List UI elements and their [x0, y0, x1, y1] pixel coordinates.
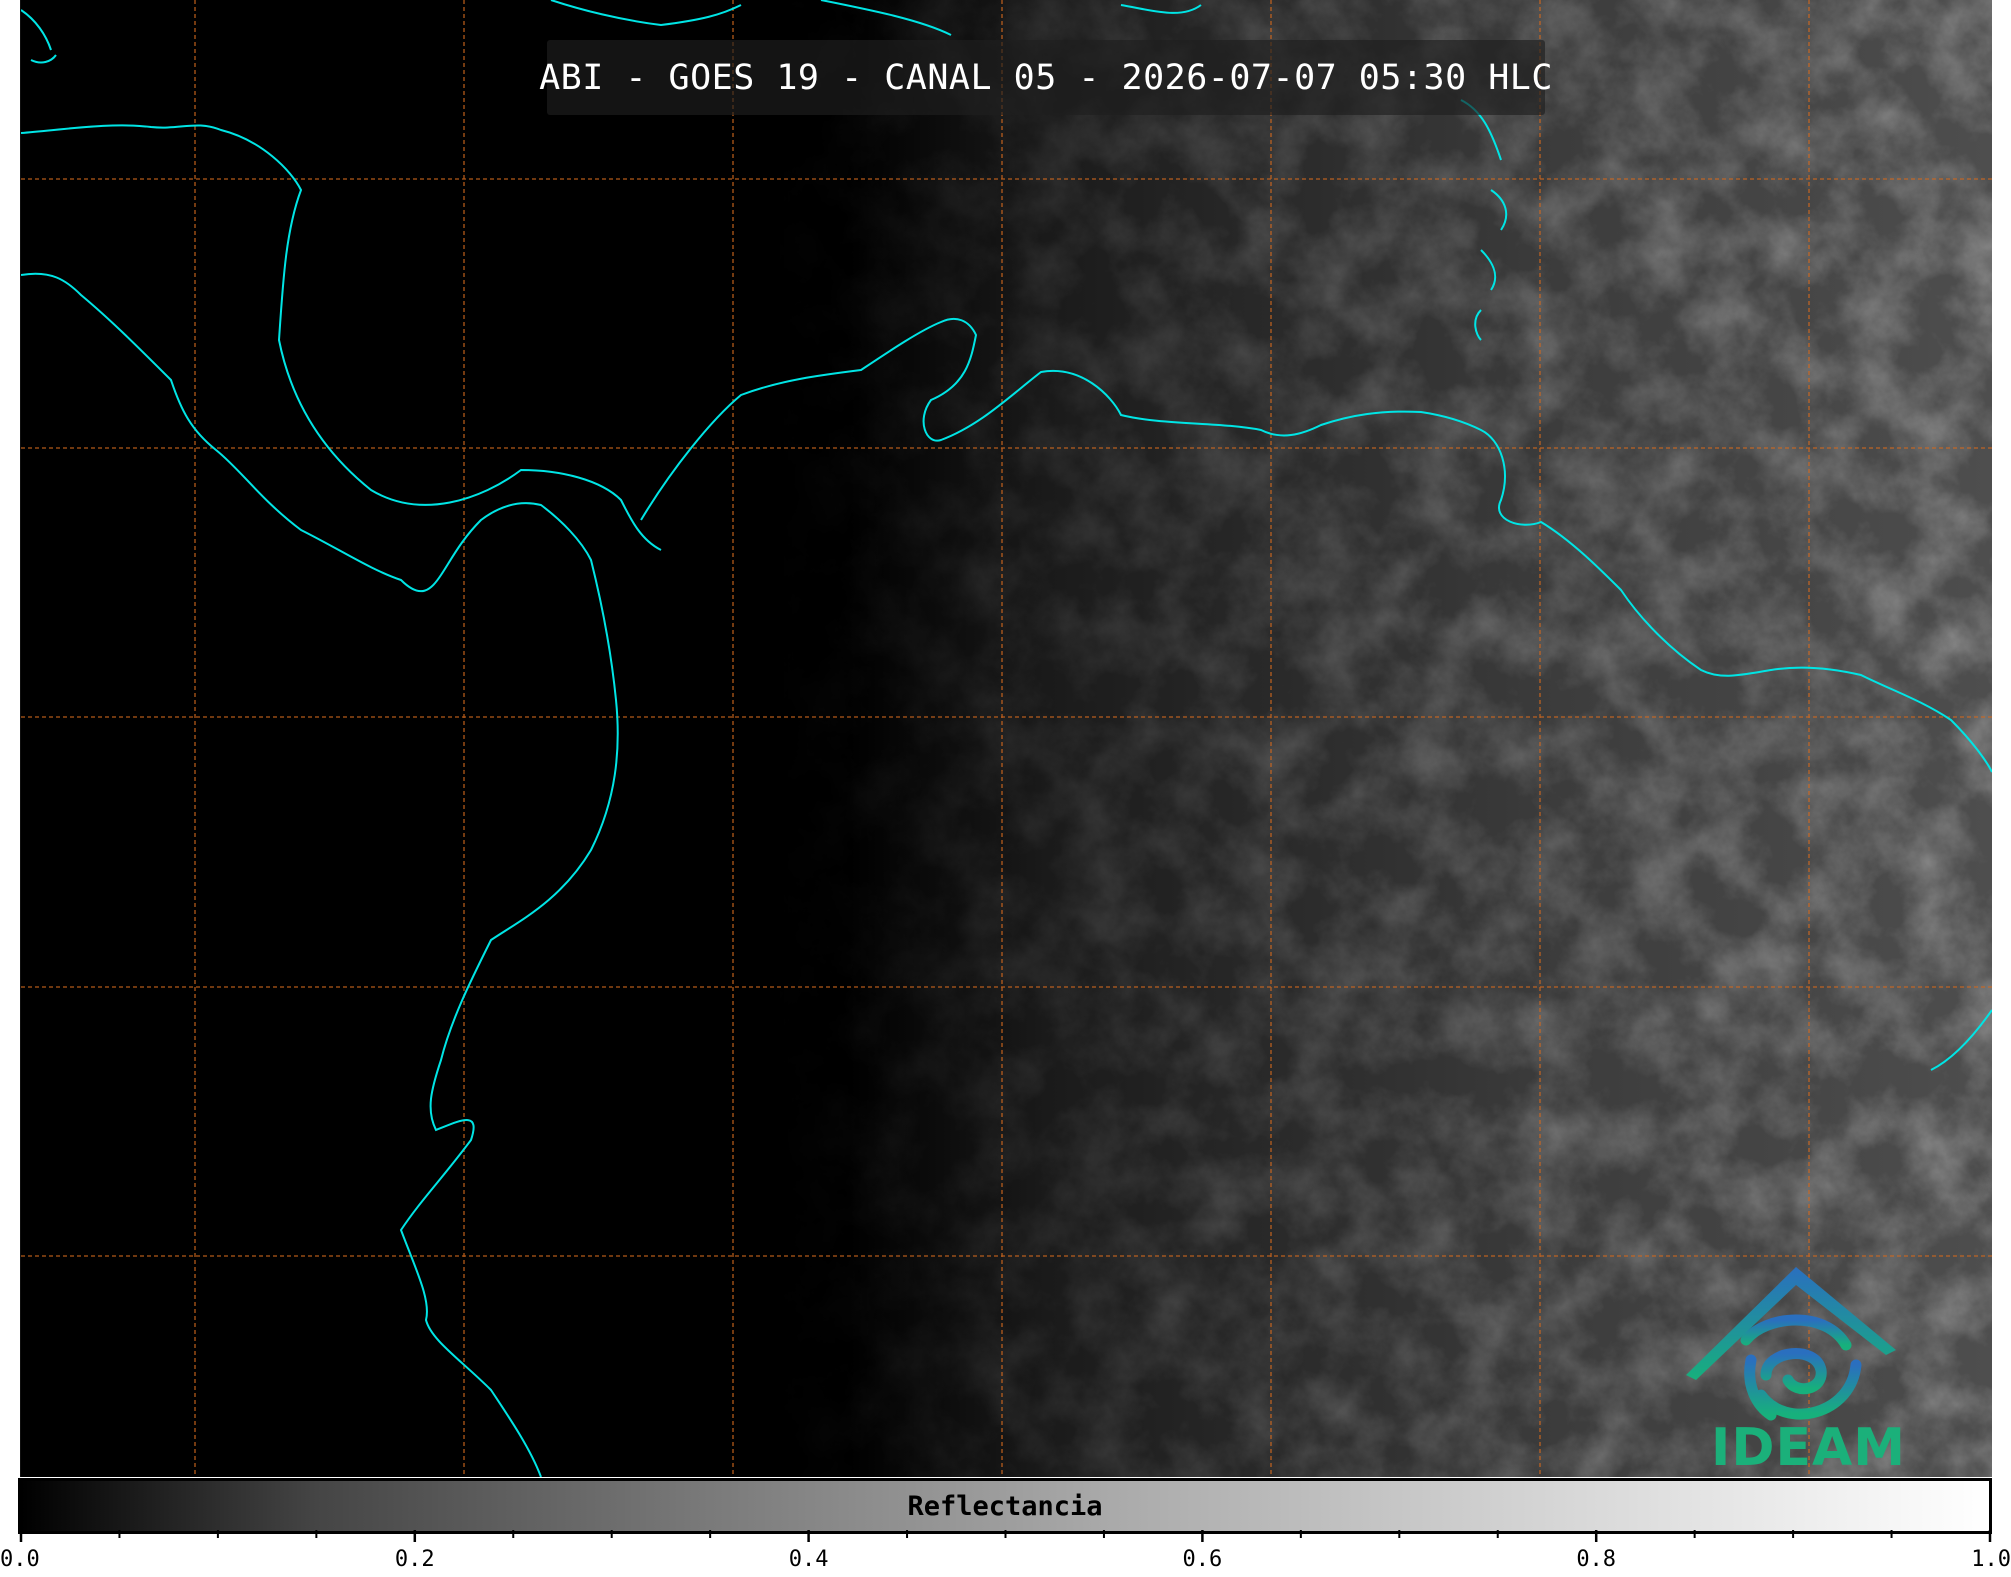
colorbar-tick-label: 0.8: [1576, 1547, 1616, 1572]
logo-wordmark: IDEAM: [1711, 1418, 1907, 1477]
colorbar: Reflectancia: [18, 1478, 1992, 1534]
colorbar-label: Reflectancia: [907, 1490, 1103, 1522]
colorbar-tick-label: 0.0: [0, 1547, 40, 1572]
satellite-map[interactable]: ABI - GOES 19 - CANAL 05 - 2026-07-07 05…: [20, 0, 1992, 1477]
swirl-mark: [1740, 1314, 1862, 1421]
colorbar-tick-label: 0.4: [789, 1547, 829, 1572]
colorbar-tick-label: 1.0: [1971, 1547, 2011, 1572]
title-box: ABI - GOES 19 - CANAL 05 - 2026-07-07 05…: [539, 40, 1552, 115]
colorbar-tick-label: 0.6: [1183, 1547, 1223, 1572]
colorbar-axis: 0.0 0.2 0.4 0.6 0.8 1.0: [0, 1530, 2011, 1572]
colorbar-tick-label: 0.2: [395, 1547, 435, 1572]
image-title: ABI - GOES 19 - CANAL 05 - 2026-07-07 05…: [539, 57, 1553, 98]
satellite-image-viewer: ABI - GOES 19 - CANAL 05 - 2026-07-07 05…: [0, 0, 2011, 1577]
